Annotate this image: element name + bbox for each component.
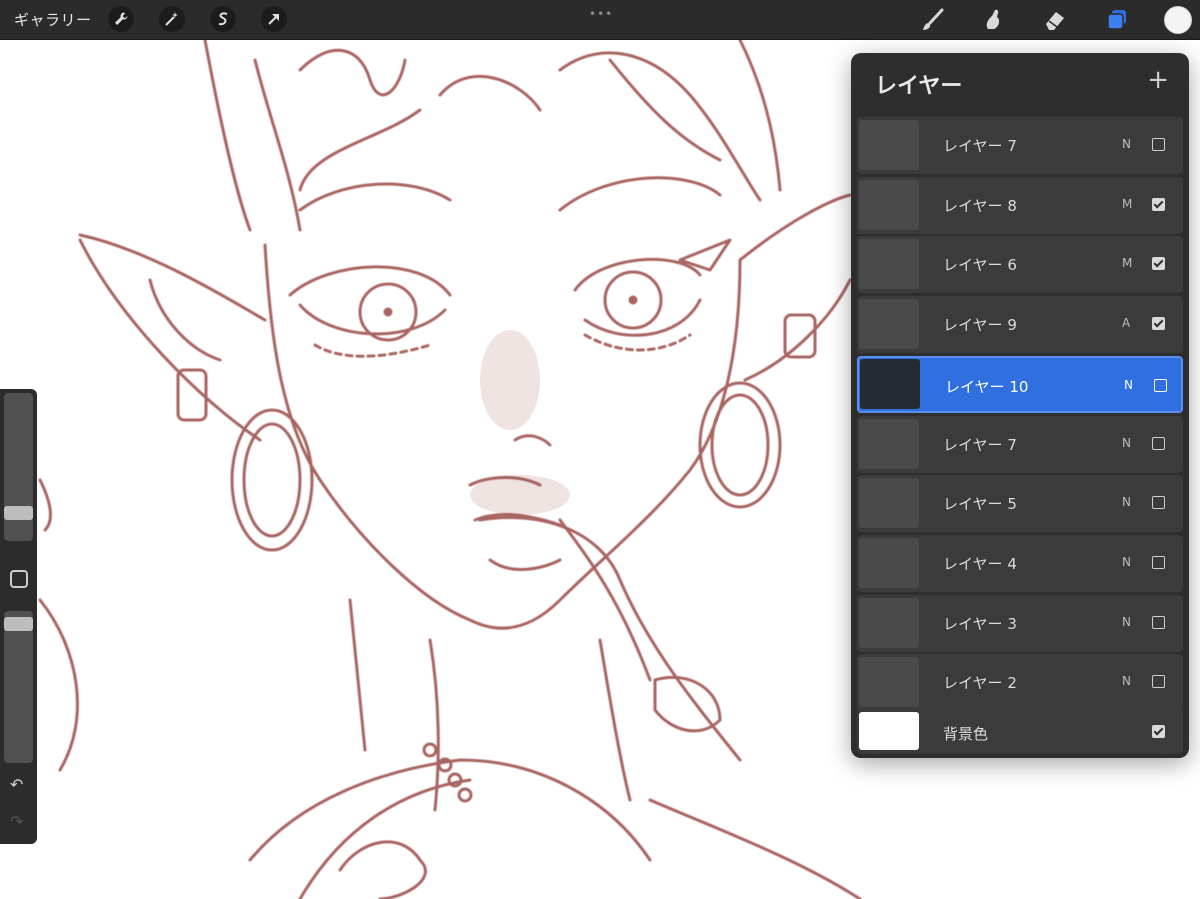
layer-name: レイヤー 3 xyxy=(943,614,1017,633)
eraser-icon[interactable] xyxy=(1040,5,1070,35)
layer-name: レイヤー 8 xyxy=(943,196,1017,215)
blend-mode-label[interactable]: N xyxy=(1122,137,1131,151)
layer-row[interactable]: レイヤー 8 M xyxy=(857,176,1183,234)
layers-panel: レイヤー + レイヤー 7 N レイヤー 8 M レイヤー 6 M レイヤー 9 A レイヤー … xyxy=(851,53,1189,758)
layer-row[interactable]: レイヤー 2 N xyxy=(857,654,1183,712)
layers-icon[interactable] xyxy=(1102,5,1132,35)
transform-arrow-icon[interactable] xyxy=(261,6,287,32)
blend-mode-label[interactable]: N xyxy=(1122,555,1131,569)
gallery-button[interactable]: ギャラリー xyxy=(14,9,92,30)
layer-thumbnail xyxy=(859,478,919,529)
blend-mode-label[interactable]: N xyxy=(1124,378,1133,392)
color-picker-swatch[interactable] xyxy=(1164,6,1192,34)
layer-name: レイヤー 6 xyxy=(943,256,1017,275)
layer-visibility-checkbox[interactable] xyxy=(1152,496,1165,510)
layer-thumbnail xyxy=(859,179,919,230)
background-layer[interactable]: 背景色 xyxy=(857,709,1183,754)
layer-thumbnail xyxy=(860,358,920,409)
background-thumbnail xyxy=(859,712,919,750)
layer-thumbnail xyxy=(859,120,919,170)
blend-mode-label[interactable]: N xyxy=(1122,615,1131,629)
layer-visibility-checkbox[interactable] xyxy=(1152,615,1165,629)
layer-name: レイヤー 10 xyxy=(945,377,1029,396)
layer-thumbnail xyxy=(859,239,919,290)
layer-visibility-checkbox[interactable] xyxy=(1152,555,1165,569)
left-sidebar: ↶ ↷ xyxy=(0,389,37,844)
layer-row[interactable]: レイヤー 10 N xyxy=(857,355,1183,413)
layer-name: レイヤー 2 xyxy=(943,674,1017,693)
layer-visibility-checkbox[interactable] xyxy=(1152,675,1165,689)
background-layer-name: 背景色 xyxy=(943,725,989,743)
layer-visibility-checkbox[interactable] xyxy=(1152,138,1165,151)
blend-mode-label[interactable]: N xyxy=(1122,495,1131,509)
layer-thumbnail xyxy=(859,657,919,708)
smudge-icon[interactable] xyxy=(978,5,1008,35)
layer-thumbnail xyxy=(859,537,919,588)
blend-mode-label[interactable]: M xyxy=(1122,197,1132,211)
layer-visibility-checkbox[interactable] xyxy=(1152,436,1165,450)
layer-row[interactable]: レイヤー 4 N xyxy=(857,534,1183,592)
layer-thumbnail xyxy=(859,418,919,469)
add-layer-button[interactable]: + xyxy=(1147,65,1169,95)
layer-thumbnail xyxy=(859,597,919,648)
blend-mode-label[interactable]: N xyxy=(1122,674,1131,688)
layer-row[interactable]: レイヤー 7 N xyxy=(857,117,1183,174)
layer-visibility-checkbox[interactable] xyxy=(1154,378,1167,392)
brush-opacity-thumb[interactable] xyxy=(4,616,33,631)
layer-name: レイヤー 7 xyxy=(943,137,1017,155)
layer-row[interactable]: レイヤー 3 N xyxy=(857,594,1183,652)
layer-name: レイヤー 7 xyxy=(943,435,1017,454)
layer-row[interactable]: レイヤー 6 M xyxy=(857,236,1183,294)
redo-icon[interactable]: ↷ xyxy=(10,812,23,831)
brush-opacity-slider[interactable] xyxy=(4,611,33,763)
background-visibility-checkbox[interactable] xyxy=(1152,725,1165,738)
brush-icon[interactable] xyxy=(918,5,948,35)
wrench-icon[interactable] xyxy=(108,6,134,32)
modify-button[interactable] xyxy=(10,570,28,588)
layer-row[interactable]: レイヤー 7 N xyxy=(857,415,1183,473)
blend-mode-label[interactable]: M xyxy=(1122,256,1132,270)
layer-name: レイヤー 4 xyxy=(943,554,1017,573)
layer-row[interactable]: レイヤー 9 A xyxy=(857,296,1183,354)
magic-wand-icon[interactable] xyxy=(159,6,185,32)
top-toolbar: ギャラリー ••• xyxy=(0,0,1200,40)
blend-mode-label[interactable]: A xyxy=(1122,316,1130,330)
undo-icon[interactable]: ↶ xyxy=(10,775,23,794)
blend-mode-label[interactable]: N xyxy=(1122,436,1131,450)
selection-icon[interactable] xyxy=(210,6,236,32)
layer-name: レイヤー 9 xyxy=(943,316,1017,335)
layer-thumbnail xyxy=(859,299,919,350)
layer-row[interactable]: レイヤー 5 N xyxy=(857,475,1183,533)
drag-handle-dots[interactable]: ••• xyxy=(589,7,613,21)
layer-name: レイヤー 5 xyxy=(943,495,1017,514)
layer-visibility-checkbox[interactable] xyxy=(1152,317,1165,331)
panel-title: レイヤー xyxy=(875,74,963,99)
layer-visibility-checkbox[interactable] xyxy=(1152,197,1165,211)
layer-visibility-checkbox[interactable] xyxy=(1152,257,1165,271)
brush-size-thumb[interactable] xyxy=(4,505,33,520)
